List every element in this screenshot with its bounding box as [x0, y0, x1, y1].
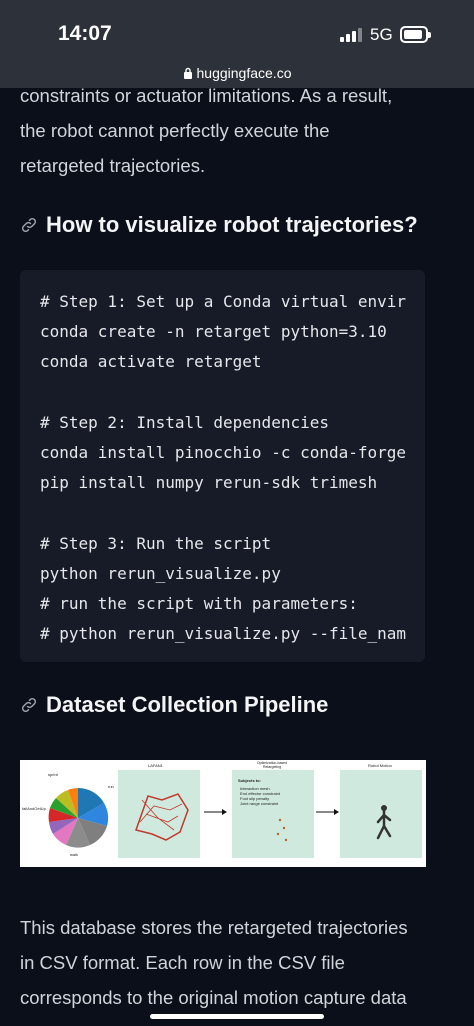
code-block[interactable]: # Step 1: Set up a Conda virtual envir c… — [20, 270, 425, 662]
intro-paragraph: constraints or actuator limitations. As … — [20, 88, 460, 183]
lafan-panel — [118, 770, 200, 858]
code-line: pip install numpy rerun-sdk trimesh — [40, 473, 378, 493]
link-icon[interactable] — [20, 696, 38, 714]
code-line: # python rerun_visualize.py --file_nam — [40, 624, 407, 644]
code-line: conda create -n retarget python=3.10 — [40, 322, 387, 342]
pipeline-figure: sprint run fallAndGetUp walk LAFAN1 Subj… — [20, 760, 426, 867]
address-bar[interactable]: huggingface.co — [0, 62, 474, 88]
signal-icon — [340, 28, 362, 42]
dataset-pie-chart — [48, 788, 109, 848]
url-text: huggingface.co — [196, 65, 292, 81]
page-content: constraints or actuator limitations. As … — [0, 88, 474, 1026]
arrow-icon — [204, 809, 227, 815]
panel-title: Robot Motion — [368, 763, 392, 768]
motion-trace-image — [135, 793, 189, 841]
intro-line: retargeted trajectories. — [20, 155, 206, 176]
robot-figure-image — [276, 818, 288, 842]
code-line: # Step 3: Run the script — [40, 533, 272, 553]
code-line: # Step 2: Install dependencies — [40, 412, 329, 432]
code-line: # Step 1: Set up a Conda virtual envir — [40, 292, 407, 311]
heading-text: How to visualize robot trajectories? — [46, 212, 418, 237]
outro-line: corresponds to the original motion captu… — [20, 987, 407, 1008]
retargeting-panel: Subjects to: Interaction mesh End effect… — [232, 770, 314, 858]
code-line: python rerun_visualize.py — [40, 563, 281, 583]
robot-icon — [376, 805, 392, 840]
intro-line: the robot cannot perfectly execute the — [20, 120, 330, 141]
pie-label: sprint — [48, 772, 58, 777]
code-line: # run the script with parameters: — [40, 593, 358, 613]
outro-line: in CSV format. Each row in the CSV file — [20, 952, 345, 973]
status-time: 14:07 — [58, 22, 112, 45]
lock-icon — [183, 67, 192, 79]
arrow-icon — [316, 809, 339, 815]
network-label: 5G — [370, 25, 393, 44]
link-icon[interactable] — [20, 216, 38, 234]
panel-title: Optimization-based Retargeting — [256, 761, 288, 769]
section-heading-pipeline: Dataset Collection Pipeline — [20, 692, 460, 718]
status-bar: 14:07 5G — [0, 0, 474, 62]
heading-text: Dataset Collection Pipeline — [46, 692, 329, 717]
battery-icon — [400, 26, 431, 43]
robot-motion-panel — [340, 770, 422, 858]
pie-label: walk — [70, 852, 79, 857]
pie-label: run — [108, 784, 114, 789]
pie-label: fallAndGetUp — [22, 806, 46, 811]
home-indicator[interactable] — [150, 1014, 324, 1019]
intro-line: constraints or actuator limitations. As … — [20, 88, 393, 106]
panel-title: LAFAN1 — [148, 763, 163, 768]
section-heading-visualize: How to visualize robot trajectories? — [20, 212, 460, 238]
outro-paragraph: This database stores the retargeted traj… — [20, 910, 460, 1015]
code-line: conda install pinocchio -c conda-forge — [40, 442, 407, 462]
code-line: conda activate retarget — [40, 352, 262, 372]
outro-line: This database stores the retargeted traj… — [20, 917, 408, 938]
